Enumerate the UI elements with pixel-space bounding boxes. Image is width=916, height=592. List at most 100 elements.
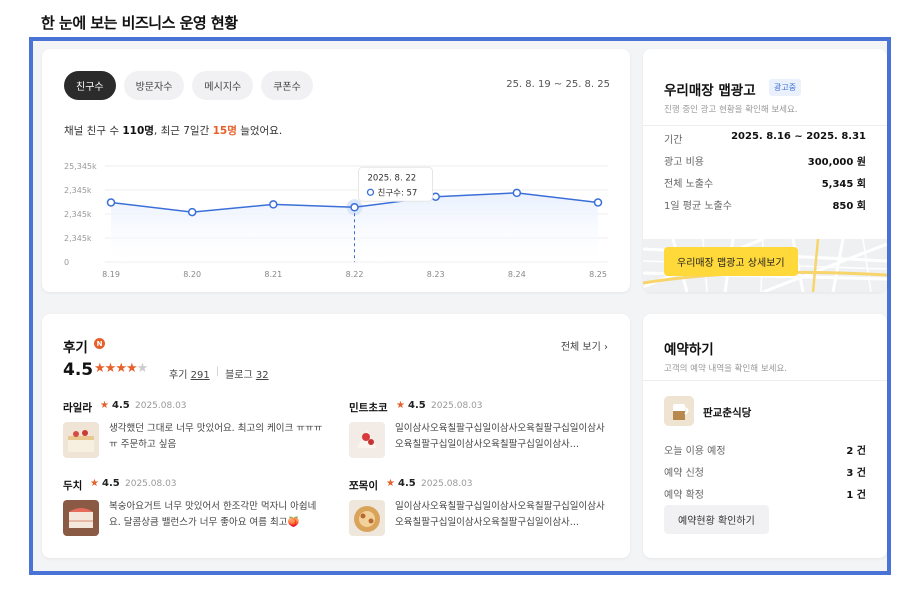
y-tick-label: 25,345k: [64, 162, 97, 171]
x-tick-label: 8.22: [346, 270, 364, 279]
divider: [643, 125, 887, 126]
review-date: 2025.08.03: [421, 479, 473, 489]
summary-suffix: 늘었어요.: [236, 125, 283, 137]
tab-coupons[interactable]: 쿠폰수: [261, 71, 313, 100]
review-count: 291: [190, 370, 210, 381]
review-item[interactable]: 두치 ★ 4.5 2025.08.03 복숭아요거트 너무 맛있어서 한조각만 …: [63, 478, 323, 548]
review-score: 4.5: [408, 400, 426, 411]
reviewer-name: 쪼목이: [349, 480, 378, 492]
reservation-subtitle: 고객의 예약 내역을 확인해 보세요.: [664, 364, 787, 374]
tooltip-value: 친구수: 57: [378, 187, 418, 198]
reviews-title: 후기: [63, 340, 88, 356]
dashboard-frame: 친구수 방문자수 메시지수 쿠폰수 25. 8. 19 ~ 25. 8. 25 …: [29, 37, 891, 575]
review-item[interactable]: 라일라 ★ 4.5 2025.08.03 생각했던 그대로 너무 맛있어요. 최…: [63, 400, 323, 470]
star-icon: ★: [104, 361, 117, 376]
stats-summary: 채널 친구 수 110명, 최근 7일간 15명 늘었어요.: [64, 123, 282, 138]
y-tick-label: 2,345k: [64, 234, 92, 243]
data-point: [269, 200, 278, 209]
ad-row-impressions: 전체 노출수 5,345 회: [664, 175, 866, 190]
reservation-title: 예약하기: [664, 342, 714, 358]
ad-row-label: 1일 평균 노출수: [664, 201, 732, 212]
reservation-row-value: 3 건: [846, 468, 866, 479]
x-tick-label: 8.23: [427, 270, 445, 279]
data-point: [350, 203, 359, 212]
reservation-row-confirmed: 예약 확정 1 건: [664, 486, 866, 501]
y-tick-label: 0: [64, 258, 69, 267]
y-tick-label: 2,345k: [64, 210, 92, 219]
review-photo: [349, 422, 385, 458]
summary-prefix: 채널 친구 수: [64, 125, 123, 137]
see-all-link[interactable]: 전체 보기 ›: [561, 338, 608, 353]
review-text: 일이삼사오육칠팔구십일이삼사오육칠팔구십일이삼사오육칠팔구십일이삼사오육칠팔구십…: [395, 501, 605, 528]
reservation-row-value: 1 건: [846, 490, 866, 501]
ad-row-cost: 광고 비용 300,000 원: [664, 153, 866, 168]
reservation-row-value: 2 건: [846, 446, 866, 457]
reviews-card: 후기 N 전체 보기 › 4.5 ★★★★★ 후기 291 | 블로그 32 라…: [42, 314, 630, 558]
review-score: 4.5: [112, 400, 130, 411]
data-point: [431, 192, 440, 201]
reservation-row-label: 오늘 이용 예정: [664, 446, 726, 457]
ad-row-label: 전체 노출수: [664, 179, 714, 190]
review-date: 2025.08.03: [431, 401, 483, 411]
date-range: 25. 8. 19 ~ 25. 8. 25: [506, 79, 610, 90]
tooltip-date: 2025. 8. 22: [368, 173, 417, 183]
star-icon: ★: [386, 478, 395, 489]
ad-detail-button[interactable]: 우리매장 맵광고 상세보기: [664, 247, 798, 276]
page-title: 한 눈에 보는 비즈니스 운영 현황: [41, 14, 238, 32]
reservation-status-button[interactable]: 예약현황 확인하기: [664, 505, 769, 534]
review-date: 2025.08.03: [125, 479, 177, 489]
average-rating: 4.5: [63, 360, 94, 380]
data-point: [187, 207, 197, 217]
tab-visitors[interactable]: 방문자수: [123, 71, 185, 100]
reservation-row-label: 예약 확정: [664, 490, 704, 501]
see-all-label: 전체 보기: [560, 342, 601, 353]
ad-row-value: 300,000 원: [807, 157, 866, 168]
review-item[interactable]: 쪼목이 ★ 4.5 2025.08.03 일이삼사오육칠팔구십일이삼사오육칠팔구…: [349, 478, 609, 548]
reservation-row-today: 오늘 이용 예정 2 건: [664, 442, 866, 457]
map-ad-card: 우리매장 맵광고 광고중 진행 중인 광고 현황을 확인해 보세요. 기간 202…: [643, 49, 887, 292]
x-tick-label: 8.19: [102, 270, 120, 279]
tab-messages[interactable]: 메시지수: [192, 71, 254, 100]
tooltip-marker: [366, 188, 375, 196]
ad-row-label: 기간: [664, 135, 683, 146]
star-empty-icon: ★: [136, 361, 149, 376]
review-photo: [63, 422, 99, 458]
reviewer-name: 두치: [63, 480, 83, 492]
ad-row-value: 850 회: [832, 201, 866, 212]
star-icon: ★: [396, 400, 405, 411]
ad-row-value: 5,345 회: [821, 179, 866, 190]
friends-line-chart: 25,345k 2,345k 2,345k 2,345k 0 8.19 8.20 8.21 8.…: [64, 162, 608, 279]
summary-recent: 15명: [212, 125, 237, 137]
stats-tabs: 친구수 방문자수 메시지수 쿠폰수: [64, 71, 313, 100]
data-point: [512, 188, 522, 198]
reviewer-name: 민트초코: [349, 402, 388, 414]
blog-count: 32: [255, 370, 269, 381]
review-counts: 후기 291 | 블로그 32: [169, 366, 269, 381]
y-tick-label: 2,345k: [64, 186, 92, 195]
ad-status-badge: 광고중: [769, 79, 802, 96]
rating-stars: ★★★★★: [94, 361, 149, 376]
divider: |: [215, 366, 220, 377]
x-tick-label: 8.20: [183, 270, 201, 279]
review-photo: [63, 500, 99, 536]
x-tick-label: 8.25: [589, 270, 607, 279]
blog-count-link[interactable]: 블로그 32: [225, 366, 269, 381]
review-score: 4.5: [398, 478, 416, 489]
ad-subtitle: 진행 중인 광고 현황을 확인해 보세요.: [664, 105, 798, 115]
blog-count-label: 블로그: [225, 370, 253, 381]
summary-total: 110명: [122, 125, 154, 137]
ad-row-daily-avg: 1일 평균 노출수 850 회: [664, 197, 866, 212]
x-tick-label: 8.21: [264, 270, 282, 279]
review-text: 생각했던 그대로 너무 맛있어요. 최고의 케이크 ㅠㅠㅠㅠ 주문하고 싶음: [109, 423, 323, 450]
review-count-link[interactable]: 후기 291: [169, 366, 210, 381]
reservation-card: 예약하기 고객의 예약 내역을 확인해 보세요. 판교춘식당 오늘 이용 예정 2…: [643, 314, 887, 558]
shop-avatar: [664, 396, 694, 426]
review-count-label: 후기: [169, 370, 188, 381]
stats-card: 친구수 방문자수 메시지수 쿠폰수 25. 8. 19 ~ 25. 8. 25 …: [42, 49, 630, 292]
ad-row-period: 기간 2025. 8.16 ~ 2025. 8.31: [664, 131, 866, 146]
ad-row-value: 2025. 8.16 ~ 2025. 8.31: [731, 131, 866, 142]
tab-friends[interactable]: 친구수: [64, 71, 116, 100]
data-point: [106, 198, 116, 207]
review-photo: [349, 500, 385, 536]
review-item[interactable]: 민트초코 ★ 4.5 2025.08.03 일이삼사오육칠팔구십일이삼사오육칠팔…: [349, 400, 609, 470]
